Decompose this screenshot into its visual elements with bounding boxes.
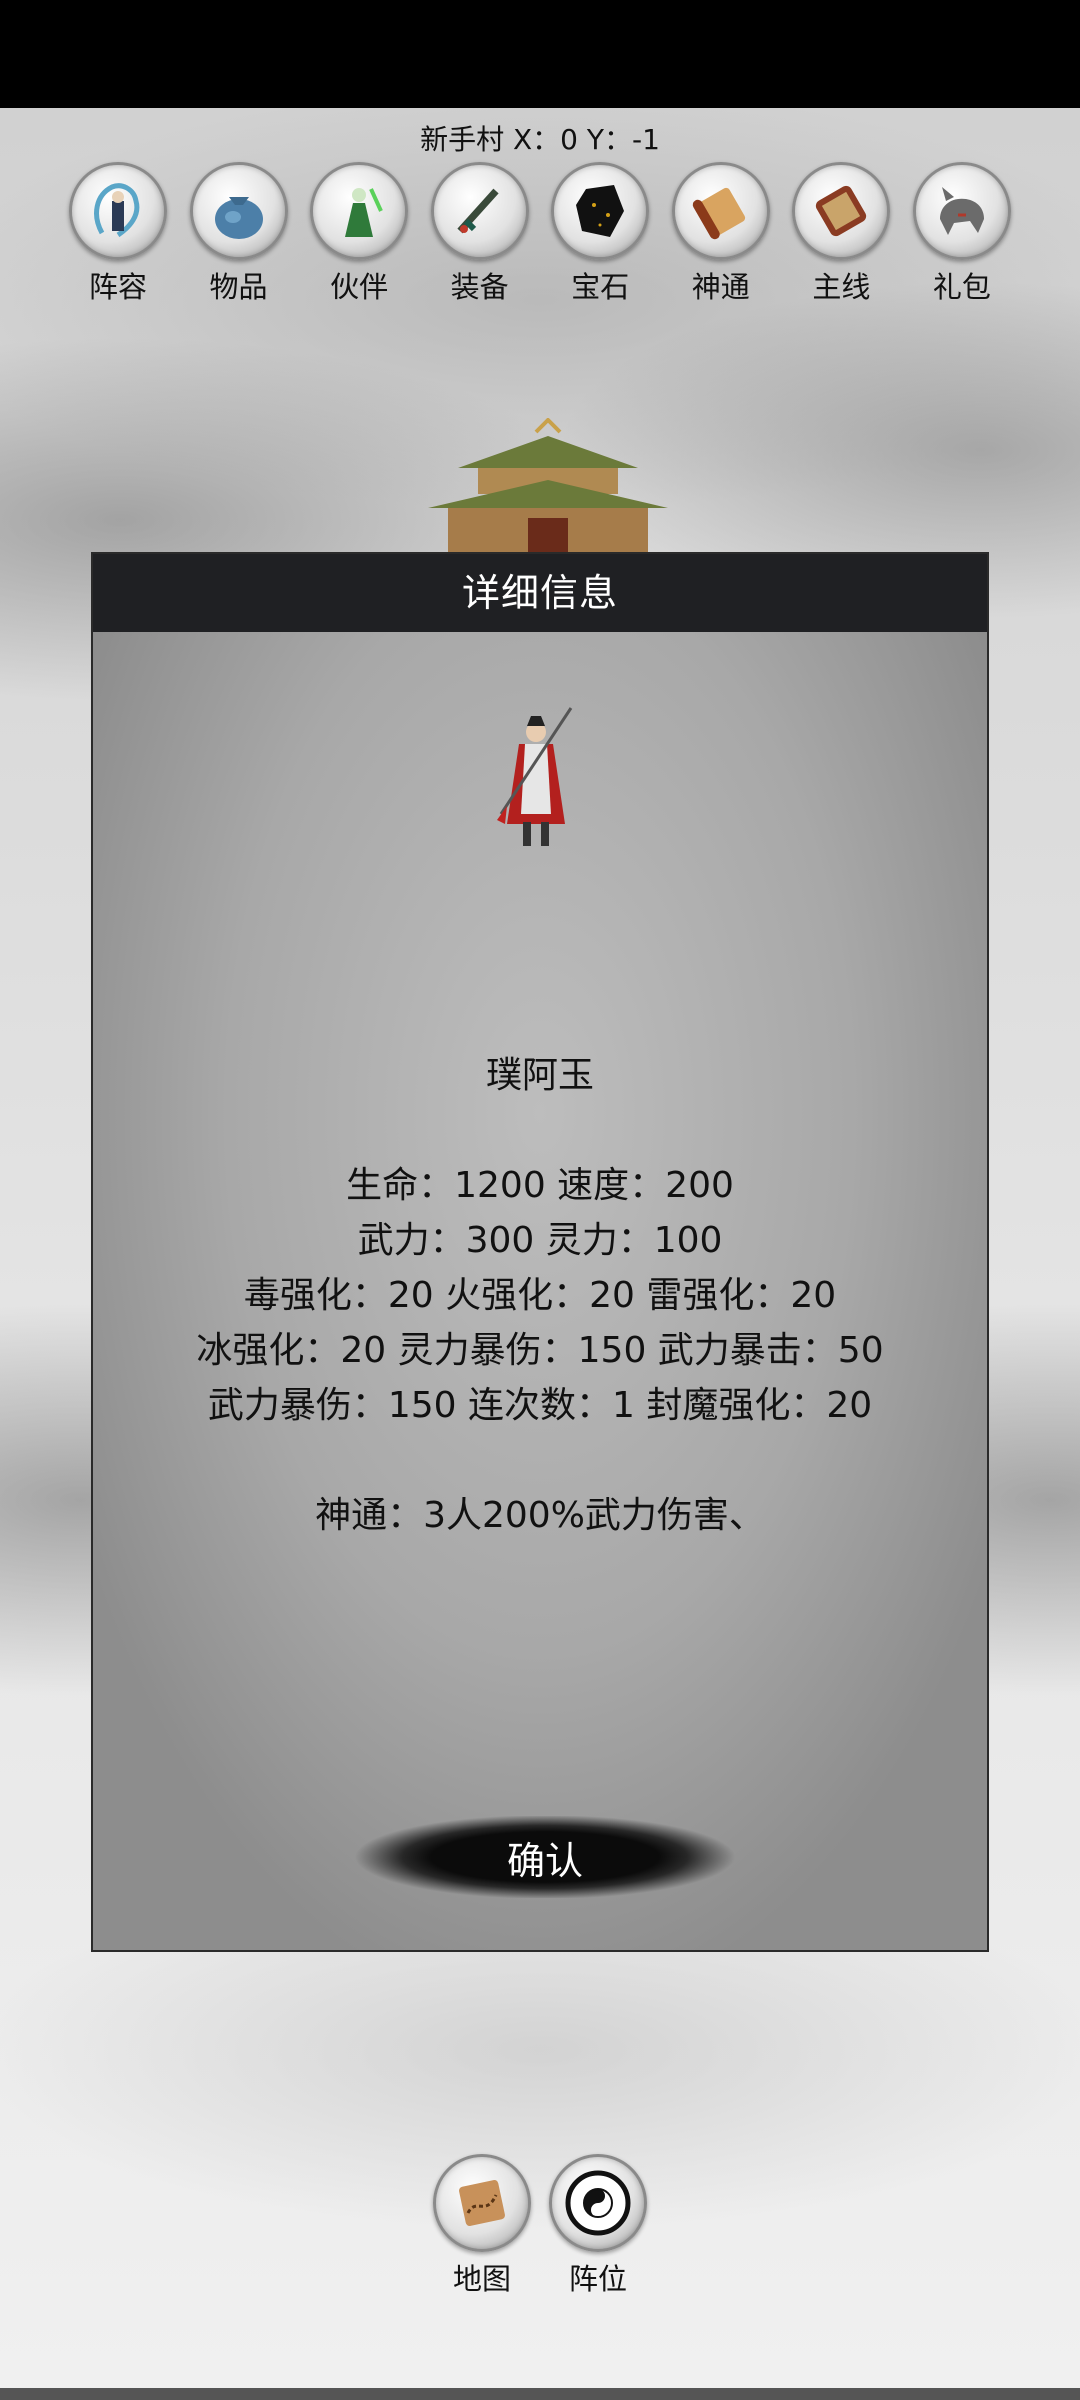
hero-portrait [497,707,573,846]
menu-item-skills[interactable]: 神通 [669,162,773,312]
scroll-icon [671,162,770,260]
menu-item-partner[interactable]: 伙伴 [307,162,411,312]
menu-label: 神通 [691,270,750,304]
menu-label: 伙伴 [330,270,389,304]
top-menu: 阵容 物品 伙伴 装备 宝石 神通 主线 礼包 [66,162,1014,312]
temple-building [428,418,668,553]
menu-item-lineup[interactable]: 阵容 [66,162,170,312]
stat-line: 冰强化：20 灵力暴伤：150 武力暴击：50 [196,1330,884,1371]
confirm-button[interactable]: 确认 [355,1816,735,1898]
sword-icon [430,162,529,260]
hero-stats: 生命：1200 速度：200 武力：300 灵力：100 毒强化：20 火强化：… [93,1158,987,1433]
menu-item-items[interactable]: 物品 [187,162,291,312]
navigation-bar [0,2388,1080,2400]
menu-label: 主线 [812,270,871,304]
menu-label: 礼包 [932,270,991,304]
status-bar [0,0,1080,108]
bamboo-scroll-icon [792,162,891,260]
menu-item-gift[interactable]: 礼包 [910,162,1014,312]
bag-icon [189,162,288,260]
hero-skill: 神通：3人200%武力伤害、 [315,1495,765,1536]
map-icon [433,2154,531,2252]
wolf-icon [912,162,1011,260]
menu-label: 阵容 [88,270,147,304]
menu-label: 阵位 [568,2262,627,2296]
menu-label: 物品 [209,270,268,304]
menu-item-map[interactable]: 地图 [430,2154,534,2298]
menu-item-gems[interactable]: 宝石 [548,162,652,312]
bagua-icon [549,2154,647,2252]
confirm-label: 确认 [506,1838,583,1883]
menu-item-mainline[interactable]: 主线 [789,162,893,312]
menu-label: 装备 [450,270,509,304]
menu-label: 地图 [452,2262,511,2296]
gem-icon [551,162,650,260]
menu-item-equipment[interactable]: 装备 [428,162,532,312]
location-label: 新手村 X：0 Y：-1 [420,123,660,156]
stat-line: 生命：1200 速度：200 [346,1165,734,1206]
stat-line: 武力暴伤：150 连次数：1 封魔强化：20 [207,1385,873,1426]
dialog-title: 详细信息 [93,554,987,632]
detail-dialog: 详细信息 璞阿玉 生命：1200 速度：200 武力：300 灵力：100 毒强… [91,552,989,1952]
hero-name: 璞阿玉 [485,1055,594,1096]
stat-line: 毒强化：20 火强化：20 雷强化：20 [243,1275,837,1316]
menu-item-formation[interactable]: 阵位 [546,2154,650,2298]
stat-line: 武力：300 灵力：100 [357,1220,723,1261]
dragon-warrior-icon [69,162,167,260]
bottom-menu: 地图 阵位 [430,2154,650,2298]
green-warrior-icon [310,162,409,260]
menu-label: 宝石 [571,270,630,304]
